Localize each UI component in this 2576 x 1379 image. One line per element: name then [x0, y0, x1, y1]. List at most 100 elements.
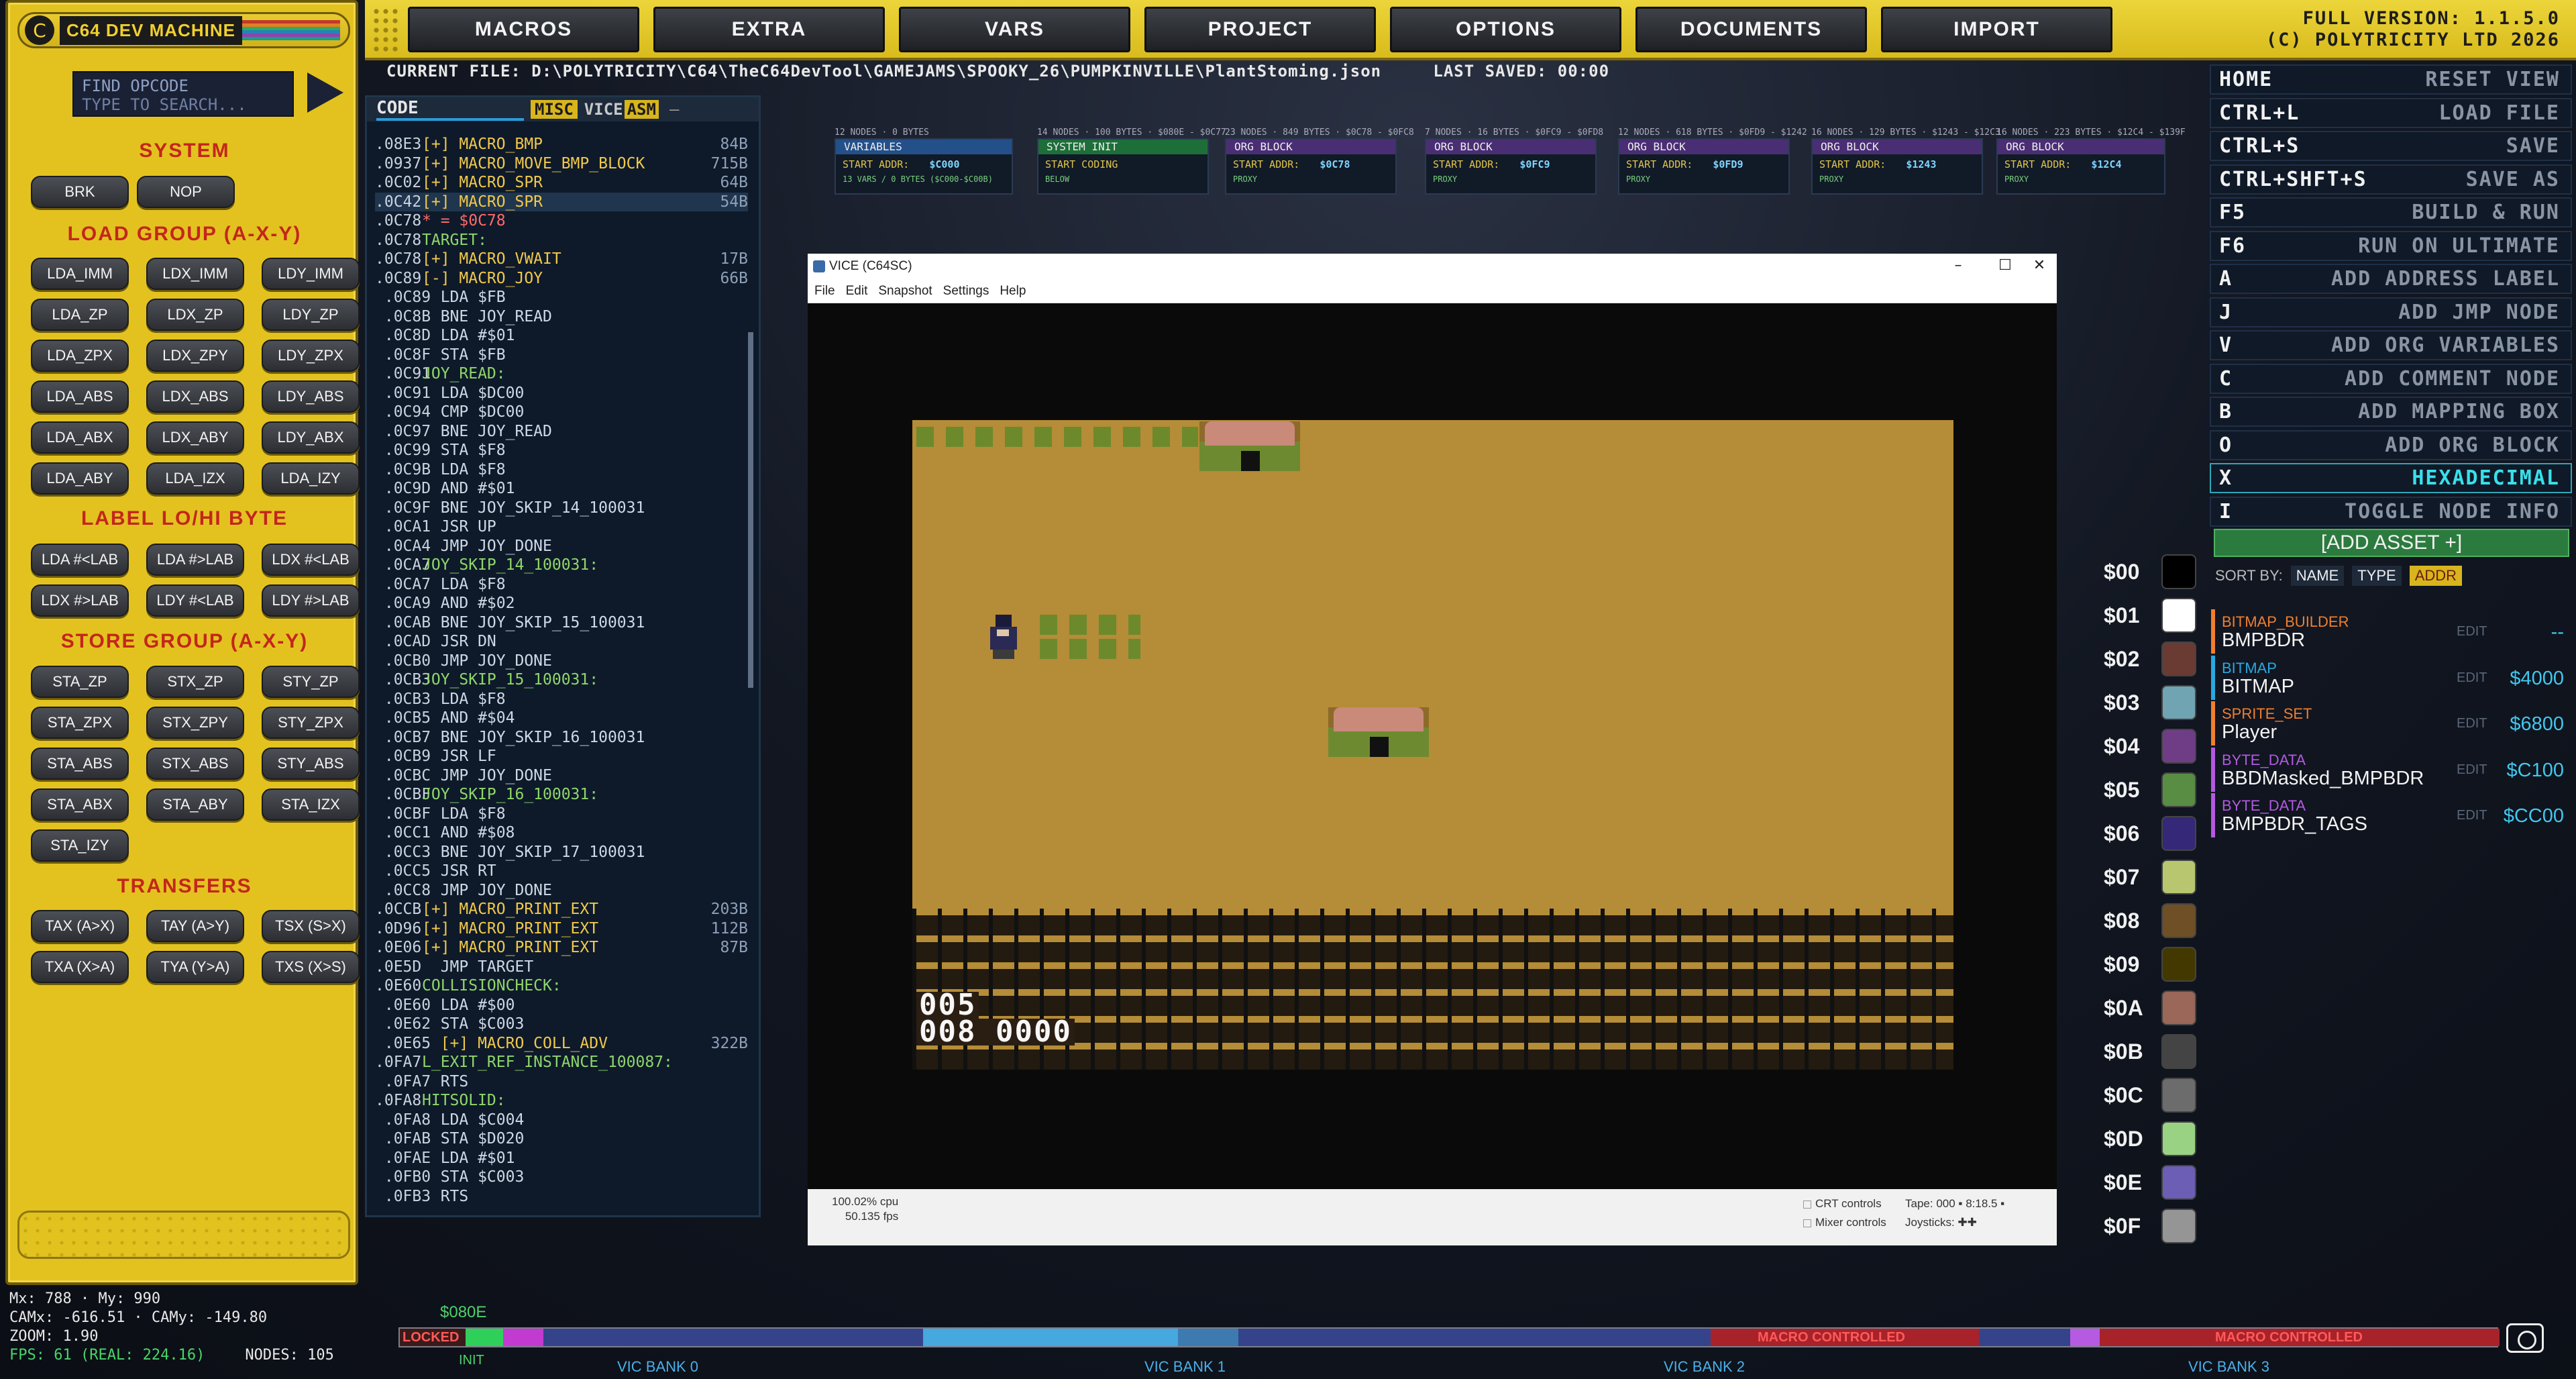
vice-menu-help[interactable]: Help [1000, 284, 1026, 299]
code-line[interactable]: .0FAE LDA #$01 [375, 1149, 748, 1168]
tab-misc[interactable]: MISC [531, 100, 578, 119]
vice-title-bar[interactable]: VICE (C64SC) – ☐ ✕ [808, 254, 2057, 279]
palette-entry[interactable]: $00 [2104, 552, 2198, 589]
menu-import-button[interactable]: IMPORT [1881, 7, 2112, 52]
opcode-button[interactable]: STA_ZP [31, 666, 129, 698]
color-swatch[interactable] [2161, 685, 2196, 720]
code-line[interactable]: .0FA8 LDA $C004 [375, 1111, 748, 1130]
menu-extra-button[interactable]: EXTRA [653, 7, 885, 52]
opcode-button[interactable]: LDA_IZY [262, 462, 360, 495]
shortcut-row[interactable]: F6 RUN ON ULTIMATE [2210, 230, 2572, 261]
code-line[interactable]: .0CB9 JSR LF [375, 747, 748, 766]
opcode-button[interactable]: LDA #<LAB [31, 544, 129, 576]
menu-project-button[interactable]: PROJECT [1144, 7, 1376, 52]
code-line[interactable]: .0C89 LDA $FB [375, 288, 748, 307]
opcode-button[interactable]: STA_ABS [31, 748, 129, 780]
palette-entry[interactable]: $0E [2104, 1162, 2198, 1200]
code-line[interactable]: .0CB3 JOY_SKIP_15_100031: [375, 670, 748, 690]
shortcut-row[interactable]: CTRL+S SAVE [2210, 131, 2572, 161]
opcode-button[interactable]: LDY_ZPX [262, 340, 360, 372]
code-line[interactable]: .0C78 TARGET: [375, 231, 748, 250]
node-block[interactable]: ORG BLOCK START ADDR: $12C4 PROXY [1996, 138, 2165, 195]
asset-edit-button[interactable]: EDIT [2457, 624, 2487, 640]
menu-macros-button[interactable]: MACROS [408, 7, 639, 52]
code-line[interactable]: .0E60 COLLISIONCHECK: [375, 976, 748, 996]
code-line[interactable]: .0CCB [+] MACRO_PRINT_EXT 203B [375, 900, 748, 919]
color-swatch[interactable] [2161, 1034, 2196, 1069]
palette-entry[interactable]: $02 [2104, 639, 2198, 676]
color-swatch[interactable] [2161, 947, 2196, 982]
code-line[interactable]: .0C8F STA $FB [375, 346, 748, 365]
node-block[interactable]: ORG BLOCK START ADDR: $0FC9 PROXY [1425, 138, 1597, 195]
color-swatch[interactable] [2161, 1078, 2196, 1113]
mixer-controls-checkbox[interactable]: Mixer controls [1803, 1213, 1886, 1232]
code-listing[interactable]: .08E3 [+] MACRO_BMP 84B .0937 [+] MACRO_MOVE… [375, 135, 748, 1206]
vice-menu-edit[interactable]: Edit [846, 284, 868, 299]
sort-name-button[interactable]: NAME [2290, 566, 2345, 586]
code-line[interactable]: .0CC5 JSR RT [375, 862, 748, 881]
color-swatch[interactable] [2161, 772, 2196, 807]
palette-entry[interactable]: $0A [2104, 988, 2198, 1025]
opcode-button[interactable]: NOP [137, 176, 235, 208]
opcode-button[interactable]: LDX_ABY [146, 421, 244, 454]
shortcut-row[interactable]: V ADD ORG VARIABLES [2210, 330, 2572, 360]
opcode-button[interactable]: LDA_IZX [146, 462, 244, 495]
code-line[interactable]: .0CA7 LDA $F8 [375, 575, 748, 595]
code-line[interactable]: .0C89 [-] MACRO_JOY 66B [375, 269, 748, 289]
code-line[interactable]: .08E3 [+] MACRO_BMP 84B [375, 135, 748, 154]
asset-item[interactable]: SPRITE_SET Player EDIT $6800 [2211, 701, 2573, 746]
code-line[interactable]: .0CA1 JSR UP [375, 517, 748, 537]
node-block[interactable]: ORG BLOCK START ADDR: $0C78 PROXY [1225, 138, 1397, 195]
code-line[interactable]: .0C97 BNE JOY_READ [375, 422, 748, 442]
opcode-button[interactable]: LDY_ABS [262, 380, 360, 413]
shortcut-row[interactable]: O ADD ORG BLOCK [2210, 429, 2572, 460]
opcode-button[interactable]: BRK [31, 176, 129, 208]
opcode-button[interactable]: LDX_ZPY [146, 340, 244, 372]
asset-item[interactable]: BYTE_DATA BBDMasked_BMPBDR EDIT $C100 [2211, 747, 2573, 792]
opcode-button[interactable]: LDX #>LAB [31, 584, 129, 617]
shortcut-row[interactable]: CTRL+L LOAD FILE [2210, 97, 2572, 128]
menu-vars-button[interactable]: VARS [899, 7, 1130, 52]
opcode-button[interactable]: LDX_ABS [146, 380, 244, 413]
code-line[interactable]: .0CB5 AND #$04 [375, 709, 748, 728]
opcode-button[interactable]: STX_ABS [146, 748, 244, 780]
opcode-button[interactable]: TAY (A>Y) [146, 910, 244, 942]
opcode-button[interactable]: LDA_ZP [31, 299, 129, 331]
code-line[interactable]: .0E06 [+] MACRO_PRINT_EXT 87B [375, 938, 748, 958]
asset-edit-button[interactable]: EDIT [2457, 670, 2487, 686]
code-line[interactable]: .0E60 LDA #$00 [375, 996, 748, 1015]
code-line[interactable]: .0C99 STA $F8 [375, 441, 748, 460]
code-line[interactable]: .0C9D AND #$01 [375, 479, 748, 499]
search-go-icon[interactable] [307, 72, 343, 113]
memory-timeline[interactable]: LOCKED MACRO CONTROLLED MACRO CONTROLLED [398, 1327, 2500, 1347]
code-line[interactable]: .0CC1 AND #$08 [375, 823, 748, 843]
asset-edit-button[interactable]: EDIT [2457, 716, 2487, 731]
opcode-button[interactable]: STA_ZPX [31, 707, 129, 739]
sort-addr-button[interactable]: ADDR [2409, 566, 2463, 586]
node-block[interactable]: SYSTEM INIT START CODING BELOW [1037, 138, 1209, 195]
opcode-button[interactable]: LDY_ABX [262, 421, 360, 454]
color-swatch[interactable] [2161, 1209, 2196, 1243]
color-swatch[interactable] [2161, 816, 2196, 851]
shortcut-row[interactable]: I TOGGLE NODE INFO [2210, 496, 2572, 527]
code-line[interactable]: .0FB3 RTS [375, 1187, 748, 1207]
color-swatch[interactable] [2161, 729, 2196, 764]
opcode-button[interactable]: STY_ZPX [262, 707, 360, 739]
code-line[interactable]: .0CB7 BNE JOY_SKIP_16_100031 [375, 728, 748, 748]
code-line[interactable]: .0C02 [+] MACRO_SPR 64B [375, 173, 748, 193]
palette-entry[interactable]: $0B [2104, 1031, 2198, 1069]
code-line[interactable]: .0CB0 JMP JOY_DONE [375, 652, 748, 671]
asset-item[interactable]: BYTE_DATA BMPBDR_TAGS EDIT $CC00 [2211, 793, 2573, 837]
code-scrollbar[interactable] [748, 332, 753, 688]
opcode-button[interactable]: TXS (X>S) [262, 951, 360, 983]
opcode-button[interactable]: LDY_IMM [262, 258, 360, 290]
code-line[interactable]: .0E65 [+] MACRO_COLL_ADV 322B [375, 1034, 748, 1054]
shortcut-row[interactable]: A ADD ADDRESS LABEL [2210, 264, 2572, 294]
code-line[interactable]: .0FB0 STA $C003 [375, 1168, 748, 1187]
tab-code[interactable]: CODE [376, 98, 524, 121]
asset-item[interactable]: BITMAP BITMAP EDIT $4000 [2211, 655, 2573, 700]
shortcut-row[interactable]: X HEXADECIMAL [2210, 463, 2572, 493]
opcode-button[interactable]: LDY_ZP [262, 299, 360, 331]
code-line[interactable]: .0E62 STA $C003 [375, 1015, 748, 1034]
menu-documents-button[interactable]: DOCUMENTS [1635, 7, 1867, 52]
